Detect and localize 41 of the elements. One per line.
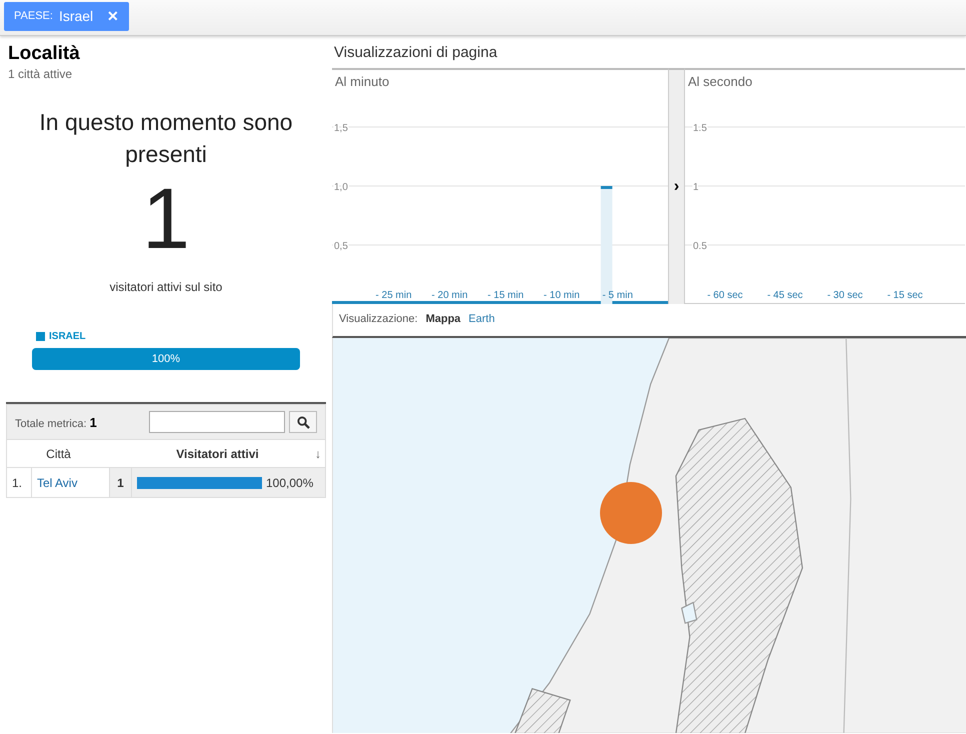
chart-subtitle: Al minuto (335, 72, 390, 90)
filter-chip[interactable]: PAESE: Israel ✕ (4, 2, 130, 31)
page-subtitle: 1 città attive (8, 66, 74, 83)
now-heading: In questo momento sono presenti (38, 108, 294, 169)
axis-label: - 30 sec (827, 290, 863, 300)
chart-title: Visualizzazioni di pagina (333, 43, 498, 63)
axis-label: - 60 sec (707, 290, 743, 300)
axis-label: 0,5 (334, 240, 348, 252)
axis-label: - 5 min (602, 290, 633, 300)
axis-label: 1,5 (334, 122, 348, 134)
search-field[interactable] (149, 411, 285, 434)
row-value: 1 (110, 468, 132, 498)
axis-label: - 45 sec (767, 290, 803, 300)
metric-total: Totale metrica: 1 (15, 414, 97, 432)
chart-subtitle: Al secondo (688, 72, 752, 90)
view-label: Visualizzazione: (339, 312, 418, 328)
search-button[interactable] (289, 411, 317, 434)
active-caption: visitatori attivi sul sito (108, 279, 224, 296)
row-index: 1. (7, 468, 32, 498)
axis-label: - 25 min (376, 290, 412, 300)
axis-label: - 20 min (432, 290, 468, 300)
expand-button[interactable]: › (668, 68, 685, 304)
search-icon (296, 416, 310, 429)
axis-label: - 15 min (488, 290, 524, 300)
country-share-bar: 100% (32, 348, 300, 370)
legend-label: ISRAEL (49, 330, 86, 344)
axis-label: 1 (693, 182, 699, 192)
sort-icon[interactable]: ↓ (315, 444, 321, 463)
axis-label: 1,0 (334, 182, 348, 192)
axis-label: - 10 min (544, 290, 580, 300)
axis-label: 1.5 (693, 122, 707, 134)
page-title: Località (8, 44, 81, 65)
view-tab[interactable]: Earth (468, 310, 495, 328)
close-icon[interactable]: ✕ (107, 6, 120, 27)
axis-label: 0.5 (693, 240, 707, 252)
city-link[interactable]: Tel Aviv (37, 474, 78, 492)
active-count: 1 (141, 176, 191, 262)
view-tab[interactable]: Mappa (426, 310, 461, 328)
axis-label: - 15 sec (887, 290, 923, 300)
row-percent: 100,00% (266, 474, 314, 492)
column-header: Visitatori attivi (176, 446, 259, 463)
